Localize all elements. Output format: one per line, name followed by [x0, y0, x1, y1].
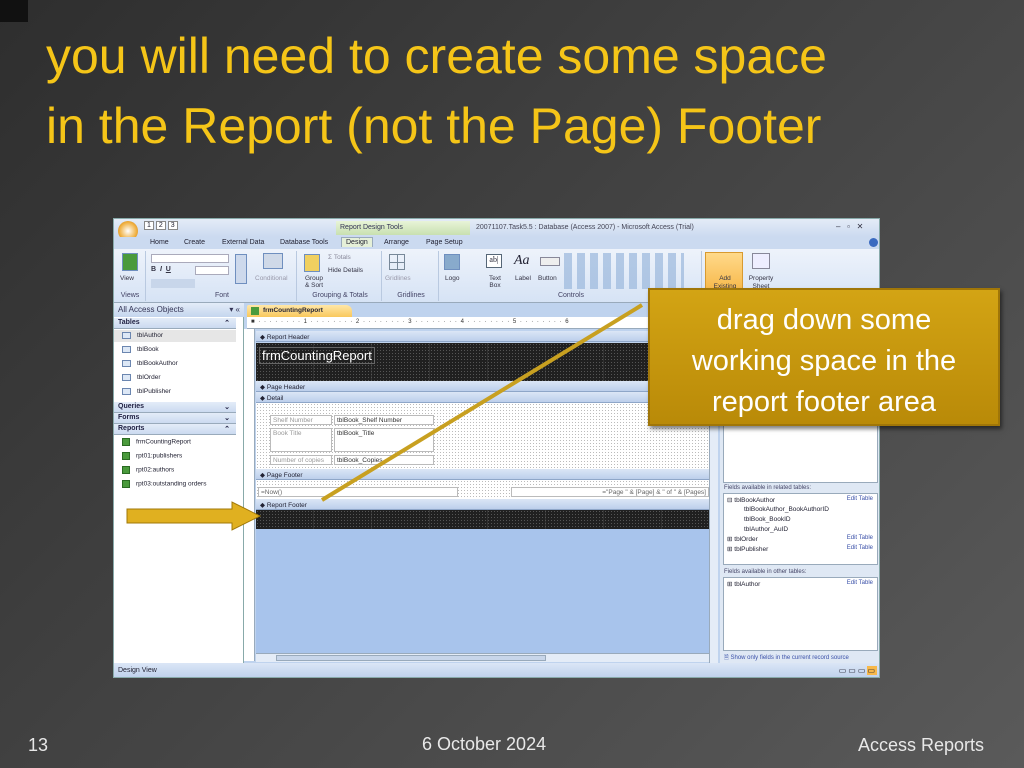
callout-line: drag down some [716, 304, 932, 336]
callout-line: report footer area [711, 386, 937, 418]
slide-number: 13 [28, 735, 49, 755]
slide-date: 6 October 2024 [422, 734, 547, 754]
callout-line: working space in the [691, 345, 957, 377]
pointer-line [320, 303, 644, 502]
slide-footer-title: Access Reports [858, 735, 985, 755]
right-arrow-icon [126, 501, 262, 531]
callout-box: drag down some working space in the repo… [648, 288, 1000, 426]
